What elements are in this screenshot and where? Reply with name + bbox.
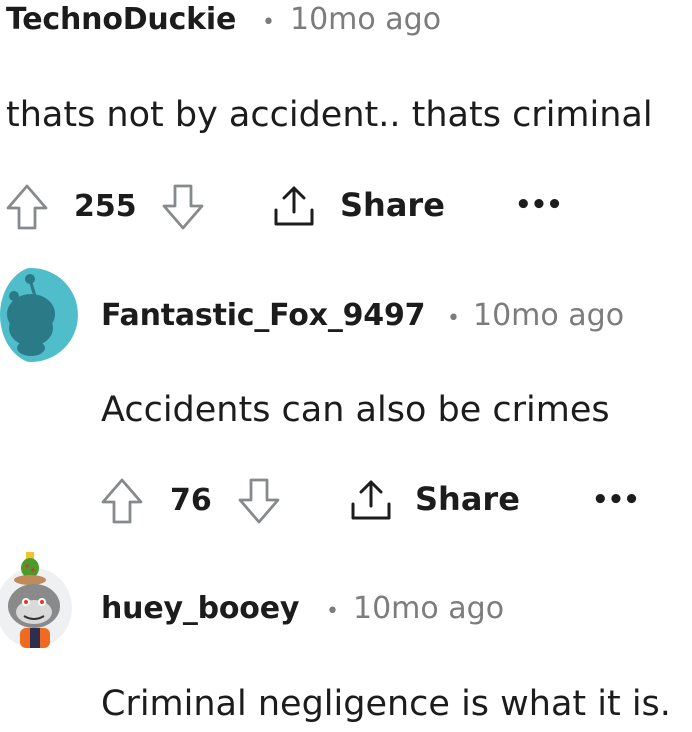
more-options-button[interactable]: ••• (515, 190, 563, 220)
comment-username[interactable]: Fantastic_Fox_9497 (101, 298, 426, 333)
share-button[interactable]: Share (347, 474, 527, 526)
meta-separator: • (447, 306, 460, 331)
upvote-icon[interactable] (99, 476, 145, 526)
upvote-icon[interactable] (4, 182, 50, 232)
vote-count: 76 (170, 483, 212, 518)
comment-text: Criminal negligence is what it is. (101, 684, 671, 724)
downvote-icon[interactable] (236, 476, 282, 526)
meta-separator: • (326, 599, 339, 624)
avatar[interactable] (0, 550, 78, 650)
comment-username[interactable]: TechnoDuckie (6, 2, 236, 37)
comment-timestamp[interactable]: 10mo ago (290, 2, 441, 37)
comment-timestamp[interactable]: 10mo ago (353, 591, 504, 626)
avatar[interactable] (0, 266, 78, 364)
more-options-button[interactable]: ••• (592, 485, 640, 515)
vote-count: 255 (74, 189, 137, 224)
share-label: Share (415, 480, 520, 518)
share-icon (347, 476, 395, 524)
downvote-icon[interactable] (160, 182, 206, 232)
comment-username[interactable]: huey_booey (101, 591, 299, 626)
share-icon (270, 182, 318, 230)
comment-timestamp[interactable]: 10mo ago (473, 298, 624, 333)
comment-text: thats not by accident.. thats criminal (6, 95, 653, 135)
share-label: Share (340, 186, 445, 224)
share-button[interactable]: Share (270, 180, 450, 232)
comment-text: Accidents can also be crimes (101, 390, 610, 430)
meta-separator: • (262, 10, 275, 35)
